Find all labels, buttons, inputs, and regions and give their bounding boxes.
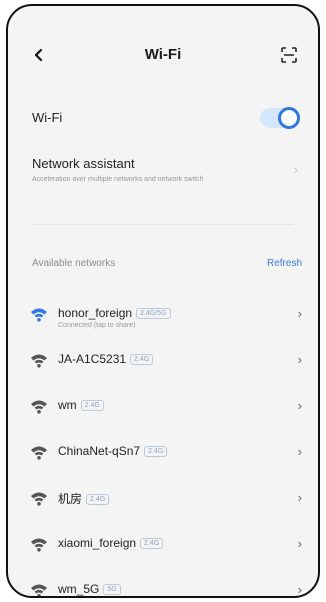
chevron-right-icon[interactable]: › xyxy=(298,352,302,367)
network-ssid: JA-A1C5231 2.4G xyxy=(58,352,154,366)
scan-icon xyxy=(281,47,297,63)
network-row[interactable]: wm 2.4G › xyxy=(8,384,318,432)
header: Wi-Fi xyxy=(8,6,318,92)
network-row[interactable]: honor_foreign 2.4G/5G Connected (tap to sh… xyxy=(8,292,318,340)
band-badge: 2.4G xyxy=(130,354,154,365)
network-row[interactable]: wm_5G 5G › xyxy=(8,568,318,596)
network-assistant-label: Network assistant xyxy=(32,156,135,171)
wifi-signal-icon xyxy=(30,490,48,508)
chevron-right-icon[interactable]: › xyxy=(298,398,302,413)
divider xyxy=(32,224,294,225)
wifi-toggle-row[interactable]: Wi-Fi xyxy=(8,98,318,138)
wifi-signal-icon xyxy=(30,536,48,554)
wifi-switch-knob xyxy=(278,107,300,129)
wifi-signal-icon xyxy=(30,352,48,370)
network-row[interactable]: xiaomi_foreign 2.4G › xyxy=(8,522,318,570)
network-name: wm xyxy=(58,398,77,412)
wifi-toggle-label: Wi-Fi xyxy=(32,110,63,125)
network-ssid: xiaomi_foreign 2.4G xyxy=(58,536,164,550)
scan-button[interactable] xyxy=(278,44,300,66)
chevron-right-icon: › xyxy=(293,162,298,177)
chevron-right-icon[interactable]: › xyxy=(298,582,302,596)
chevron-right-icon[interactable]: › xyxy=(298,490,302,505)
band-badge: 2.4G xyxy=(140,538,164,549)
network-name: 机房 xyxy=(58,492,83,506)
network-row[interactable]: ChinaNet-qSn7 2.4G › xyxy=(8,430,318,478)
network-assistant-description: Acceleration over multiple networks and … xyxy=(32,176,204,183)
band-badge: 2.4G xyxy=(144,446,168,457)
chevron-right-icon[interactable]: › xyxy=(298,306,302,321)
network-assistant-row[interactable]: Network assistant Acceleration over mult… xyxy=(8,146,318,204)
wifi-signal-icon xyxy=(30,444,48,462)
network-ssid: wm_5G 5G xyxy=(58,582,121,596)
band-badge: 2.4G/5G xyxy=(136,308,171,319)
band-badge: 2.4G xyxy=(80,400,104,411)
band-badge: 5G xyxy=(103,584,121,595)
network-name: wm_5G xyxy=(58,582,100,596)
phone-screen: Wi-Fi Wi-Fi Network assistant Accelerati… xyxy=(6,4,320,598)
network-row[interactable]: JA-A1C5231 2.4G › xyxy=(8,338,318,386)
chevron-right-icon[interactable]: › xyxy=(298,536,302,551)
network-name: xiaomi_foreign xyxy=(58,536,137,550)
available-networks-header: Available networks Refresh xyxy=(8,256,318,276)
refresh-button[interactable]: Refresh xyxy=(267,258,302,269)
wifi-signal-icon xyxy=(30,306,48,324)
page-title: Wi-Fi xyxy=(144,46,182,63)
wifi-switch[interactable] xyxy=(260,107,300,129)
network-name: honor_foreign xyxy=(58,306,133,320)
chevron-right-icon[interactable]: › xyxy=(298,444,302,459)
network-ssid: 机房 2.4G xyxy=(58,490,110,507)
network-status: Connected (tap to share) xyxy=(58,322,136,329)
network-row[interactable]: 机房 2.4G › xyxy=(8,476,318,524)
wifi-signal-icon xyxy=(30,582,48,596)
network-name: JA-A1C5231 xyxy=(58,352,127,366)
network-ssid: honor_foreign 2.4G/5G xyxy=(58,306,171,320)
network-name: ChinaNet-qSn7 xyxy=(58,444,141,458)
network-ssid: wm 2.4G xyxy=(58,398,104,412)
wifi-signal-icon xyxy=(30,398,48,416)
band-badge: 2.4G xyxy=(86,494,110,505)
network-ssid: ChinaNet-qSn7 2.4G xyxy=(58,444,168,458)
available-networks-label: Available networks xyxy=(32,258,116,269)
